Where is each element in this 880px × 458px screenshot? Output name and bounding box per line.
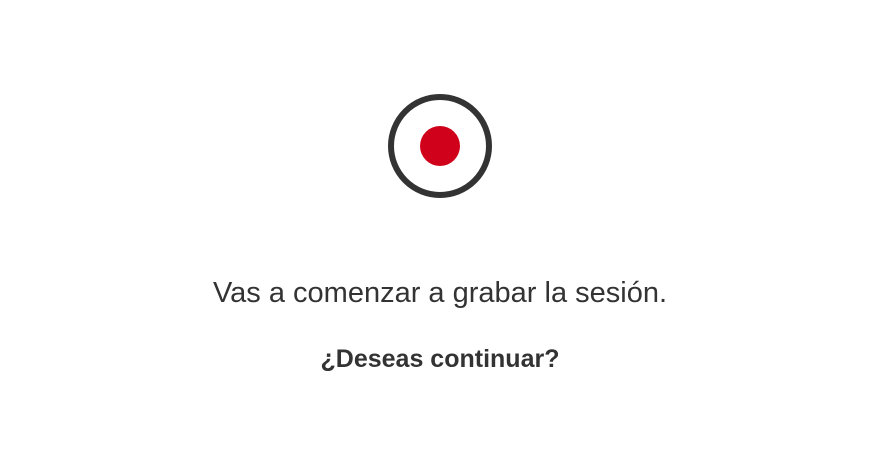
recording-message: Vas a comenzar a grabar la sesión. (212, 277, 668, 309)
record-icon (387, 93, 493, 199)
recording-confirmation-dialog: Vas a comenzar a grabar la sesión. ¿Dese… (0, 0, 880, 458)
continue-question: ¿Deseas continuar? (320, 345, 560, 373)
